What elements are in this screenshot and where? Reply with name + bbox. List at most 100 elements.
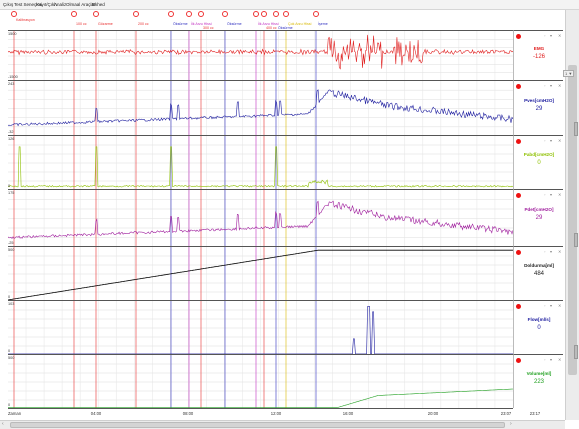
y-axis-min-label: 0: [8, 184, 11, 188]
y-axis-min-label: 0: [8, 403, 11, 407]
trace-plot-volume[interactable]: [8, 355, 513, 409]
trace-plot-pabd[interactable]: [8, 136, 513, 190]
channel-value: 0: [537, 325, 541, 332]
menu-exit[interactable]: Çıkış: [3, 2, 13, 7]
chevron-down-icon[interactable]: ▾: [550, 357, 552, 362]
event-label: Çok Arzu Hissi: [288, 22, 312, 26]
close-icon[interactable]: ✕: [558, 192, 561, 197]
event-label: Kalibrasyon: [16, 18, 35, 22]
event-label: Öksürme: [227, 22, 242, 26]
event-marker-icon[interactable]: [71, 11, 77, 17]
chevron-down-icon[interactable]: ▾: [550, 192, 552, 197]
chart-panel-pdet[interactable]: 175 -25: [8, 189, 513, 247]
channel-title: Pves[cmH2O]: [524, 97, 554, 103]
trace-plot-flow[interactable]: [8, 301, 513, 355]
record-dot-icon[interactable]: [516, 84, 521, 89]
menu-analysis[interactable]: Analiz: [54, 2, 66, 7]
channel-title: EMG: [533, 46, 545, 51]
chevron-down-icon[interactable]: ▾: [550, 138, 552, 143]
time-tick: 16:00: [342, 411, 354, 416]
trace-plot-pdet[interactable]: [8, 190, 513, 247]
event-label: Gözarme: [98, 22, 113, 26]
event-marker-icon[interactable]: [198, 11, 204, 17]
horizontal-scroll-thumb[interactable]: [10, 422, 505, 428]
channel-readout-flow: ◦ ▾ ✕ Flow[ml/s] 0: [513, 300, 563, 354]
settings-icon[interactable]: ◦: [544, 33, 545, 38]
chart-panel-pves[interactable]: 243 -32: [8, 80, 513, 136]
channel-readout-volume: ◦ ▾ ✕ Volume[ml] 223: [513, 354, 563, 408]
close-icon[interactable]: ✕: [558, 83, 561, 88]
time-tick: 23:07: [500, 411, 512, 416]
channel-value: -126: [532, 54, 545, 60]
y-axis-max-label: 500: [8, 356, 15, 360]
time-tick: 04:00: [90, 411, 102, 416]
record-dot-icon[interactable]: [516, 250, 521, 255]
close-icon[interactable]: ✕: [558, 33, 561, 38]
channel-readout-doldurma: ◦ ▾ ✕ Doldurma[ml] 484: [513, 246, 563, 300]
trace-plot-pves[interactable]: [8, 81, 513, 136]
event-marker-icon[interactable]: [222, 11, 228, 17]
event-marker-icon[interactable]: [133, 11, 139, 17]
record-dot-icon[interactable]: [516, 34, 521, 39]
emg-scale-dropdown[interactable]: 1 ▼: [563, 70, 575, 77]
channel-value: 29: [535, 105, 543, 112]
channel-value: 0: [537, 160, 541, 167]
time-axis-end-value: 23:17: [529, 411, 541, 416]
chart-panel-volume[interactable]: 500 0: [8, 354, 513, 409]
scroll-right-icon[interactable]: ›: [510, 421, 512, 427]
side-splitter-handle[interactable]: [574, 233, 578, 247]
close-icon[interactable]: ✕: [558, 303, 561, 308]
time-tick: 12:00: [270, 411, 282, 416]
side-splitter-handle[interactable]: [574, 122, 578, 136]
y-axis-min-label: 0: [8, 349, 11, 353]
chart-panel-doldurma[interactable]: 500 0: [8, 246, 513, 301]
chart-panel-emg[interactable]: 1500 -1500: [8, 30, 513, 81]
event-marker-icon[interactable]: [313, 11, 319, 17]
vertical-scroll-thumb[interactable]: [568, 65, 577, 375]
y-axis-min-label: -1500: [8, 75, 18, 79]
record-dot-icon[interactable]: [516, 304, 521, 309]
time-tick: 08:00: [182, 411, 194, 416]
event-marker-icon[interactable]: [168, 11, 174, 17]
record-dot-icon[interactable]: [516, 193, 521, 198]
event-marker-icon[interactable]: [93, 11, 99, 17]
chart-panel-flow[interactable]: 103 0: [8, 300, 513, 355]
event-marker-icon[interactable]: [283, 11, 289, 17]
close-icon[interactable]: ✕: [558, 249, 561, 254]
settings-icon[interactable]: ◦: [544, 138, 545, 143]
y-axis-max-label: 175: [8, 191, 15, 195]
record-dot-icon[interactable]: [516, 139, 521, 144]
side-splitter-handle[interactable]: [574, 345, 578, 359]
close-icon[interactable]: ✕: [558, 357, 561, 362]
trace-plot-doldurma[interactable]: [8, 247, 513, 301]
settings-icon[interactable]: ◦: [544, 192, 545, 197]
time-axis-start-label: Zaman: [8, 411, 22, 416]
chevron-down-icon[interactable]: ▾: [550, 249, 552, 254]
chevron-down-icon[interactable]: ▾: [550, 303, 552, 308]
horizontal-scrollbar[interactable]: ‹ ›: [0, 420, 565, 429]
event-label: 100 cc: [76, 22, 87, 26]
close-icon[interactable]: ✕: [558, 138, 561, 143]
event-marker-icon[interactable]: [261, 11, 267, 17]
record-dot-icon[interactable]: [516, 358, 521, 363]
y-axis-max-label: 243: [8, 82, 15, 86]
settings-icon[interactable]: ◦: [544, 83, 545, 88]
event-marker-icon[interactable]: [273, 11, 279, 17]
event-label: Öksürme: [173, 22, 188, 26]
chevron-down-icon[interactable]: ▾: [550, 33, 552, 38]
event-marker-icon[interactable]: [253, 11, 259, 17]
event-label: 200 cc: [138, 22, 149, 26]
trace-plot-emg[interactable]: [8, 31, 513, 81]
menu-extras[interactable]: Ekhed: [92, 2, 105, 7]
chart-panel-pabd[interactable]: 126 0: [8, 135, 513, 190]
y-axis-min-label: 0: [8, 295, 11, 299]
y-axis-max-label: 500: [8, 248, 15, 252]
settings-icon[interactable]: ◦: [544, 303, 545, 308]
settings-icon[interactable]: ◦: [544, 357, 545, 362]
event-marker-icon[interactable]: [11, 11, 17, 17]
chevron-down-icon[interactable]: ▾: [550, 83, 552, 88]
y-axis-max-label: 126: [8, 137, 15, 141]
event-marker-icon[interactable]: [186, 11, 192, 17]
settings-icon[interactable]: ◦: [544, 249, 545, 254]
scroll-left-icon[interactable]: ‹: [2, 421, 4, 427]
